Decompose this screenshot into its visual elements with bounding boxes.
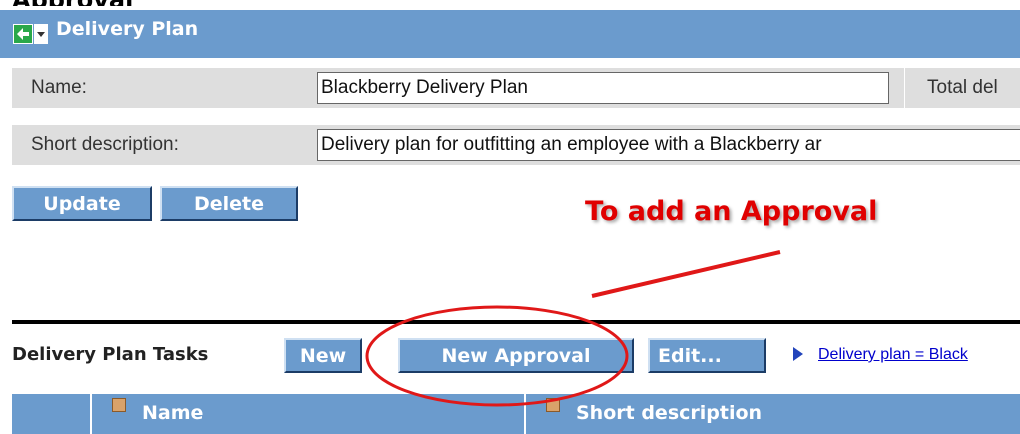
column-sort-icon: [112, 398, 126, 412]
clipped-page-heading: Approval: [12, 0, 133, 6]
name-label: Name:: [31, 77, 87, 98]
table-header-checkbox-column: [12, 394, 92, 434]
tasks-table-header: Name Short description: [12, 394, 1020, 434]
short-description-row: Short description: Delivery plan for out…: [12, 125, 1020, 165]
edit-button[interactable]: Edit...: [648, 338, 766, 373]
filter-condition-link[interactable]: Delivery plan = Black: [818, 346, 1020, 364]
annotation-arrow-line: [591, 250, 781, 298]
update-button[interactable]: Update: [12, 186, 152, 221]
column-header-short-description-label: Short description: [576, 402, 763, 424]
delivery-plan-tasks-label: Delivery Plan Tasks: [12, 344, 209, 365]
new-approval-button[interactable]: New Approval: [398, 338, 634, 373]
form-title: Delivery Plan: [56, 18, 199, 40]
back-arrow-icon[interactable]: [13, 24, 33, 44]
column-header-name-label: Name: [142, 402, 204, 424]
column-sort-icon: [546, 398, 560, 412]
short-description-field[interactable]: Delivery plan for outfitting an employee…: [317, 129, 1020, 161]
column-header-name[interactable]: Name: [92, 394, 526, 434]
annotation-callout-text: To add an Approval: [585, 196, 878, 227]
short-description-label: Short description:: [31, 134, 179, 155]
new-task-button[interactable]: New: [284, 338, 362, 373]
name-field[interactable]: Blackberry Delivery Plan: [317, 72, 889, 104]
name-row: Name: Blackberry Delivery Plan Total del: [12, 68, 1020, 108]
section-divider: [12, 320, 1020, 324]
delete-button[interactable]: Delete: [160, 186, 298, 221]
total-delivery-label: Total del: [904, 68, 1020, 108]
column-header-short-description[interactable]: Short description: [526, 394, 1020, 434]
context-menu-dropdown-icon[interactable]: [34, 24, 48, 44]
filter-breadcrumb-arrow-icon: [793, 347, 803, 361]
